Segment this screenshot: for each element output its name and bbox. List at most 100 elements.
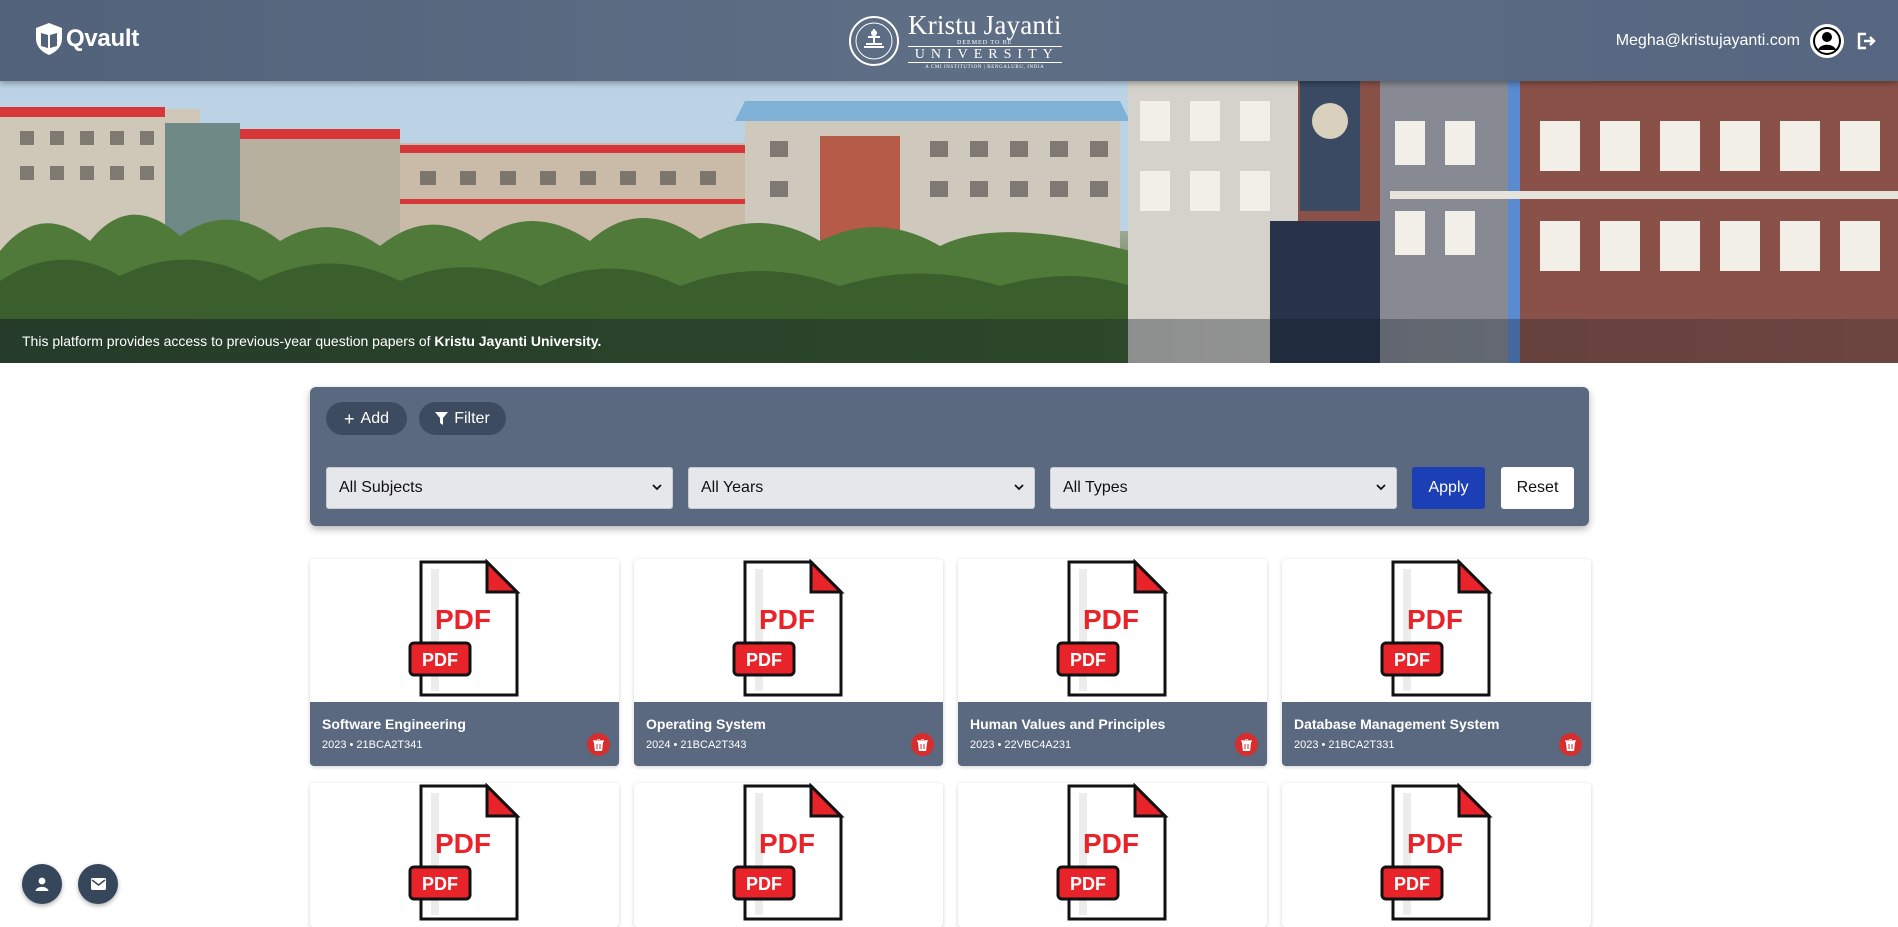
svg-text:PDF: PDF bbox=[746, 874, 782, 894]
profile-fab[interactable] bbox=[22, 864, 62, 904]
paper-card[interactable]: PDF PDF Human Values and Principles 2023… bbox=[958, 559, 1267, 766]
pdf-thumbnail: PDF PDF bbox=[1282, 783, 1591, 926]
paper-meta: 2023 • 21BCA2T331 bbox=[1294, 739, 1395, 751]
pdf-file-icon: PDF PDF bbox=[732, 783, 845, 921]
trash-icon bbox=[1565, 738, 1576, 751]
paper-card[interactable]: PDF PDF bbox=[958, 783, 1267, 927]
paper-info: Software Engineering 2023 • 21BCA2T341 bbox=[310, 702, 619, 766]
funnel-icon bbox=[435, 411, 449, 425]
svg-text:PDF: PDF bbox=[422, 874, 458, 894]
pdf-thumbnail: PDF PDF bbox=[634, 559, 943, 702]
pdf-thumbnail: PDF PDF bbox=[958, 559, 1267, 702]
top-navbar: Qvault Kristu Jayanti DEEMED TO BE UNIVE… bbox=[0, 0, 1898, 81]
shield-book-icon bbox=[36, 23, 62, 55]
svg-text:PDF: PDF bbox=[1394, 650, 1430, 670]
chevron-down-icon bbox=[1376, 484, 1386, 491]
year-select-value: All Years bbox=[701, 479, 764, 496]
brand-logo[interactable]: Qvault bbox=[34, 22, 139, 56]
user-area: Megha@kristujayanti.com bbox=[1616, 24, 1876, 58]
trash-icon bbox=[1241, 738, 1252, 751]
apply-button[interactable]: Apply bbox=[1412, 467, 1485, 509]
user-circle-icon bbox=[1813, 27, 1841, 55]
svg-text:PDF: PDF bbox=[1083, 604, 1139, 635]
svg-text:PDF: PDF bbox=[1070, 650, 1106, 670]
paper-meta: 2024 • 21BCA2T343 bbox=[646, 739, 747, 751]
user-email: Megha@kristujayanti.com bbox=[1615, 32, 1800, 49]
university-tagline: A CMI INSTITUTION | BENGALURU, INDIA bbox=[925, 65, 1045, 70]
university-seal-icon bbox=[849, 16, 899, 66]
pdf-thumbnail: PDF PDF bbox=[1282, 559, 1591, 702]
paper-card[interactable]: PDF PDF bbox=[634, 783, 943, 927]
svg-text:PDF: PDF bbox=[1070, 874, 1106, 894]
trash-icon bbox=[593, 738, 604, 751]
svg-text:PDF: PDF bbox=[759, 604, 815, 635]
pdf-file-icon: PDF PDF bbox=[1056, 559, 1169, 697]
delete-button[interactable] bbox=[1235, 733, 1258, 756]
pdf-file-icon: PDF PDF bbox=[1380, 783, 1493, 921]
svg-text:PDF: PDF bbox=[1394, 874, 1430, 894]
delete-button[interactable] bbox=[911, 733, 934, 756]
paper-info: Operating System 2024 • 21BCA2T343 bbox=[634, 702, 943, 766]
paper-card[interactable]: PDF PDF bbox=[310, 783, 619, 927]
delete-button[interactable] bbox=[1559, 733, 1582, 756]
paper-meta: 2023 • 22VBC4A231 bbox=[970, 739, 1072, 751]
paper-title: Database Management System bbox=[1294, 716, 1500, 732]
filter-button[interactable]: Filter bbox=[419, 402, 506, 435]
add-button[interactable]: + Add bbox=[326, 402, 407, 435]
chevron-down-icon bbox=[1014, 484, 1024, 491]
university-name: Kristu Jayanti bbox=[908, 10, 1062, 40]
paper-card[interactable]: PDF PDF Software Engineering 2023 • 21BC… bbox=[310, 559, 619, 766]
subject-select-value: All Subjects bbox=[339, 479, 423, 496]
pdf-file-icon: PDF PDF bbox=[408, 559, 521, 697]
paper-info: Human Values and Principles 2023 • 22VBC… bbox=[958, 702, 1267, 766]
chevron-down-icon bbox=[652, 484, 662, 491]
pdf-file-icon: PDF PDF bbox=[408, 783, 521, 921]
logout-button[interactable] bbox=[1856, 31, 1876, 51]
subject-select[interactable]: All Subjects bbox=[326, 467, 673, 509]
trash-icon bbox=[917, 738, 928, 751]
paper-card[interactable]: PDF PDF Operating System 2024 • 21BCA2T3… bbox=[634, 559, 943, 766]
hero-caption: This platform provides access to previou… bbox=[22, 333, 601, 349]
brand-name: Qvault bbox=[66, 25, 139, 52]
reset-button[interactable]: Reset bbox=[1501, 467, 1574, 509]
svg-text:PDF: PDF bbox=[1407, 828, 1463, 859]
paper-title: Human Values and Principles bbox=[970, 716, 1166, 732]
paper-title: Operating System bbox=[646, 716, 766, 732]
university-sub: UNIVERSITY bbox=[908, 46, 1062, 63]
delete-button[interactable] bbox=[587, 733, 610, 756]
hero-banner: This platform provides access to previou… bbox=[0, 81, 1898, 363]
svg-text:PDF: PDF bbox=[746, 650, 782, 670]
person-icon bbox=[35, 877, 49, 891]
pdf-file-icon: PDF PDF bbox=[1056, 783, 1169, 921]
type-select[interactable]: All Types bbox=[1050, 467, 1397, 509]
hero-caption-university: Kristu Jayanti University. bbox=[434, 333, 602, 349]
logout-icon bbox=[1857, 32, 1876, 50]
paper-title: Software Engineering bbox=[322, 716, 466, 732]
paper-card[interactable]: PDF PDF Database Management System 2023 … bbox=[1282, 559, 1591, 766]
svg-text:PDF: PDF bbox=[1407, 604, 1463, 635]
paper-info: Database Management System 2023 • 21BCA2… bbox=[1282, 702, 1591, 766]
add-button-label: Add bbox=[360, 409, 389, 427]
plus-icon: + bbox=[344, 408, 355, 429]
pdf-thumbnail: PDF PDF bbox=[634, 783, 943, 926]
pdf-thumbnail: PDF PDF bbox=[310, 783, 619, 926]
filter-button-label: Filter bbox=[454, 409, 490, 427]
pdf-thumbnail: PDF PDF bbox=[958, 783, 1267, 926]
user-avatar[interactable] bbox=[1810, 24, 1844, 58]
pdf-file-icon: PDF PDF bbox=[732, 559, 845, 697]
svg-text:PDF: PDF bbox=[422, 650, 458, 670]
svg-text:PDF: PDF bbox=[1083, 828, 1139, 859]
svg-text:PDF: PDF bbox=[759, 828, 815, 859]
pdf-thumbnail: PDF PDF bbox=[310, 559, 619, 702]
contact-fab[interactable] bbox=[78, 864, 118, 904]
pdf-file-icon: PDF PDF bbox=[1380, 559, 1493, 697]
paper-card[interactable]: PDF PDF bbox=[1282, 783, 1591, 927]
envelope-icon bbox=[90, 878, 106, 890]
hero-caption-text: This platform provides access to previou… bbox=[22, 333, 435, 349]
university-logo: Kristu Jayanti DEEMED TO BE UNIVERSITY A… bbox=[848, 12, 1062, 70]
paper-meta: 2023 • 21BCA2T341 bbox=[322, 739, 423, 751]
filter-panel: + Add Filter All Subjects All Years All … bbox=[310, 387, 1589, 526]
type-select-value: All Types bbox=[1063, 479, 1128, 496]
svg-text:PDF: PDF bbox=[435, 828, 491, 859]
year-select[interactable]: All Years bbox=[688, 467, 1035, 509]
